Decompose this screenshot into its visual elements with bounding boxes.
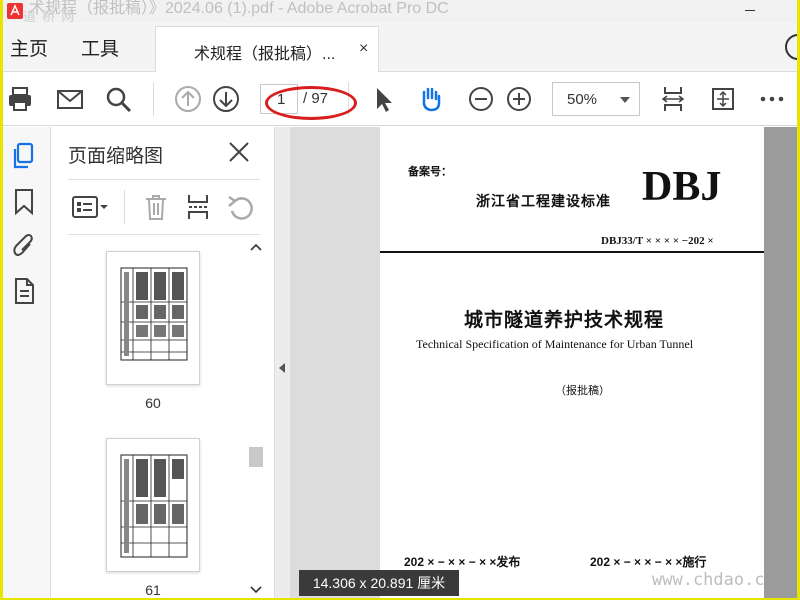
filing-number-label: 备案号： bbox=[408, 166, 452, 178]
pdf-page: 备案号： 浙江省工程建设标准 DBJ DBJ33/T × × × × −202 … bbox=[380, 127, 766, 598]
issue-date: 202 × − × × − × ×发布 bbox=[404, 555, 521, 569]
bookmark-icon[interactable] bbox=[11, 187, 37, 215]
chevron-down-icon bbox=[620, 97, 630, 103]
thumbnail-panel: 页面缩略图 60 61 bbox=[52, 127, 274, 598]
thumbnail-options-icon[interactable] bbox=[72, 194, 110, 220]
watermark-bottom: www.chdao.c bbox=[652, 570, 765, 590]
scrollbar-thumb[interactable] bbox=[249, 447, 263, 467]
toolbar-separator bbox=[124, 190, 125, 224]
dbj-logo-text: DBJ bbox=[642, 164, 722, 210]
insert-page-icon[interactable] bbox=[185, 193, 211, 221]
acrobat-window: 术规程（报批稿）》2024.06 (1).pdf - Adobe Acrobat… bbox=[3, 0, 797, 598]
panel-collapse-handle[interactable] bbox=[274, 127, 290, 598]
document-tab-title: 术规程（报批稿）... bbox=[194, 46, 336, 63]
rotate-icon[interactable] bbox=[226, 193, 254, 221]
full-screen-icon[interactable] bbox=[709, 85, 737, 113]
print-icon[interactable] bbox=[6, 85, 34, 113]
hand-tool-icon[interactable] bbox=[417, 85, 445, 113]
search-icon[interactable] bbox=[104, 85, 132, 113]
next-page-icon[interactable] bbox=[212, 85, 240, 113]
header-rule bbox=[380, 251, 766, 253]
thumbnail-61-preview bbox=[120, 454, 188, 558]
select-cursor-icon[interactable] bbox=[369, 85, 397, 113]
panel-title: 页面缩略图 bbox=[68, 146, 164, 167]
zoom-value: 50% bbox=[567, 91, 598, 108]
document-area: 备案号： 浙江省工程建设标准 DBJ DBJ33/T × × × × −202 … bbox=[290, 127, 797, 598]
main-toolbar: 1 / 97 50% bbox=[3, 72, 797, 126]
tab-bar: 主页 工具 术规程（报批稿）... × bbox=[3, 22, 797, 73]
thumbnail-label-60: 60 bbox=[145, 395, 161, 411]
scroll-down-icon[interactable] bbox=[250, 586, 262, 594]
page-thumbnails-icon[interactable] bbox=[11, 142, 37, 170]
help-icon[interactable] bbox=[785, 34, 797, 60]
thumbnail-60-preview bbox=[120, 267, 188, 361]
fit-width-icon[interactable] bbox=[659, 85, 687, 113]
document-title-zh: 城市隧道养护技术规程 bbox=[464, 310, 665, 331]
page-thumbnail-61[interactable] bbox=[106, 438, 200, 572]
attachment-icon[interactable] bbox=[11, 231, 37, 259]
collapse-arrow-icon bbox=[279, 363, 285, 373]
left-rail bbox=[3, 127, 51, 598]
email-icon[interactable] bbox=[56, 85, 84, 113]
document-title-en: Technical Specification of Maintenance f… bbox=[416, 337, 694, 351]
close-tab-icon[interactable]: × bbox=[359, 40, 368, 58]
title-bar: 术规程（报批稿）》2024.06 (1).pdf - Adobe Acrobat… bbox=[3, 0, 797, 25]
acrobat-logo-icon bbox=[7, 3, 23, 19]
page-thumbnail-60[interactable] bbox=[106, 251, 200, 385]
zoom-dropdown[interactable]: 50% bbox=[552, 82, 640, 116]
page-dimensions-tooltip: 14.306 x 20.891 厘米 bbox=[299, 570, 459, 596]
close-panel-icon[interactable] bbox=[228, 141, 250, 163]
toolbar-separator bbox=[153, 82, 154, 116]
thumbnail-label-61: 61 bbox=[145, 582, 161, 598]
window-title: 术规程（报批稿）》2024.06 (1).pdf - Adobe Acrobat… bbox=[29, 0, 449, 17]
document-scrollbar[interactable] bbox=[764, 127, 797, 598]
zoom-in-icon[interactable] bbox=[505, 85, 533, 113]
scroll-up-icon[interactable] bbox=[250, 243, 262, 251]
zoom-out-icon[interactable] bbox=[467, 85, 495, 113]
standard-name: 浙江省工程建设标准 bbox=[476, 193, 611, 209]
tab-home[interactable]: 主页 bbox=[10, 34, 48, 61]
minimize-button[interactable] bbox=[735, 0, 765, 20]
tab-tools[interactable]: 工具 bbox=[81, 34, 119, 61]
standard-number: DBJ33/T × × × × −202 × bbox=[601, 235, 714, 247]
annotation-ellipse bbox=[265, 86, 357, 120]
implement-date: 202 × − × × − × ×施行 bbox=[590, 555, 707, 569]
draft-label: （报批稿） bbox=[555, 385, 610, 397]
more-options-icon[interactable] bbox=[758, 85, 786, 113]
document-icon[interactable] bbox=[11, 277, 37, 305]
tab-document[interactable]: 术规程（报批稿）... × bbox=[155, 26, 379, 73]
thumbnail-toolbar bbox=[68, 179, 260, 235]
delete-icon[interactable] bbox=[143, 193, 169, 221]
previous-page-icon[interactable] bbox=[174, 85, 202, 113]
thumbnail-scrollbar[interactable] bbox=[245, 239, 265, 598]
